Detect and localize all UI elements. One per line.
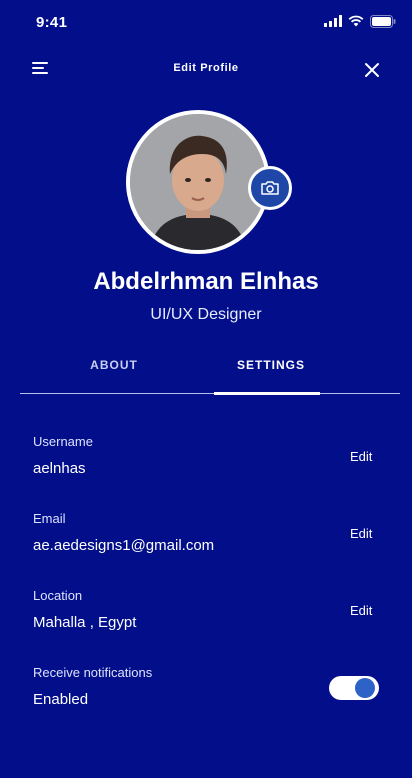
location-label: Location [33, 588, 83, 603]
wifi-icon [348, 15, 364, 27]
notifications-value: Enabled [33, 691, 89, 708]
toggle-knob [355, 678, 375, 698]
page-title: Edit Profile [173, 62, 239, 74]
signal-icon [324, 15, 342, 27]
username-label: Username [33, 434, 93, 449]
avatar-photo [130, 114, 266, 250]
close-button[interactable] [362, 60, 382, 80]
status-time: 9:41 [36, 14, 68, 31]
close-icon [365, 63, 379, 77]
avatar-container [126, 110, 292, 254]
profile-role: UI/UX Designer [150, 306, 262, 323]
status-bar: 9:41 [0, 0, 412, 44]
active-tab-indicator [214, 392, 320, 395]
email-label: Email [33, 511, 66, 526]
edit-username-button[interactable]: Edit [350, 449, 372, 464]
profile-name: Abdelrhman Elnhas [93, 268, 319, 295]
email-row: Email ae.aedesigns1@gmail.com Edit [33, 511, 383, 561]
camera-icon [261, 181, 279, 195]
username-row: Username aelnhas Edit [33, 434, 383, 484]
username-value: aelnhas [33, 460, 86, 477]
location-row: Location Mahalla , Egypt Edit [33, 588, 383, 638]
status-icons [324, 14, 396, 28]
edit-location-button[interactable]: Edit [350, 603, 372, 618]
header-bar: Edit Profile [0, 52, 412, 88]
tab-settings[interactable]: SETTINGS [216, 358, 326, 372]
tab-about[interactable]: ABOUT [74, 358, 154, 372]
location-value: Mahalla , Egypt [33, 614, 137, 631]
notifications-row: Receive notifications Enabled [33, 665, 383, 715]
notifications-label: Receive notifications [33, 665, 153, 680]
change-photo-button[interactable] [248, 166, 292, 210]
battery-icon [370, 14, 396, 28]
edit-email-button[interactable]: Edit [350, 526, 372, 541]
notifications-toggle[interactable] [329, 676, 379, 700]
profile-tabs: ABOUT SETTINGS [20, 346, 400, 395]
email-value: ae.aedesigns1@gmail.com [33, 537, 215, 554]
